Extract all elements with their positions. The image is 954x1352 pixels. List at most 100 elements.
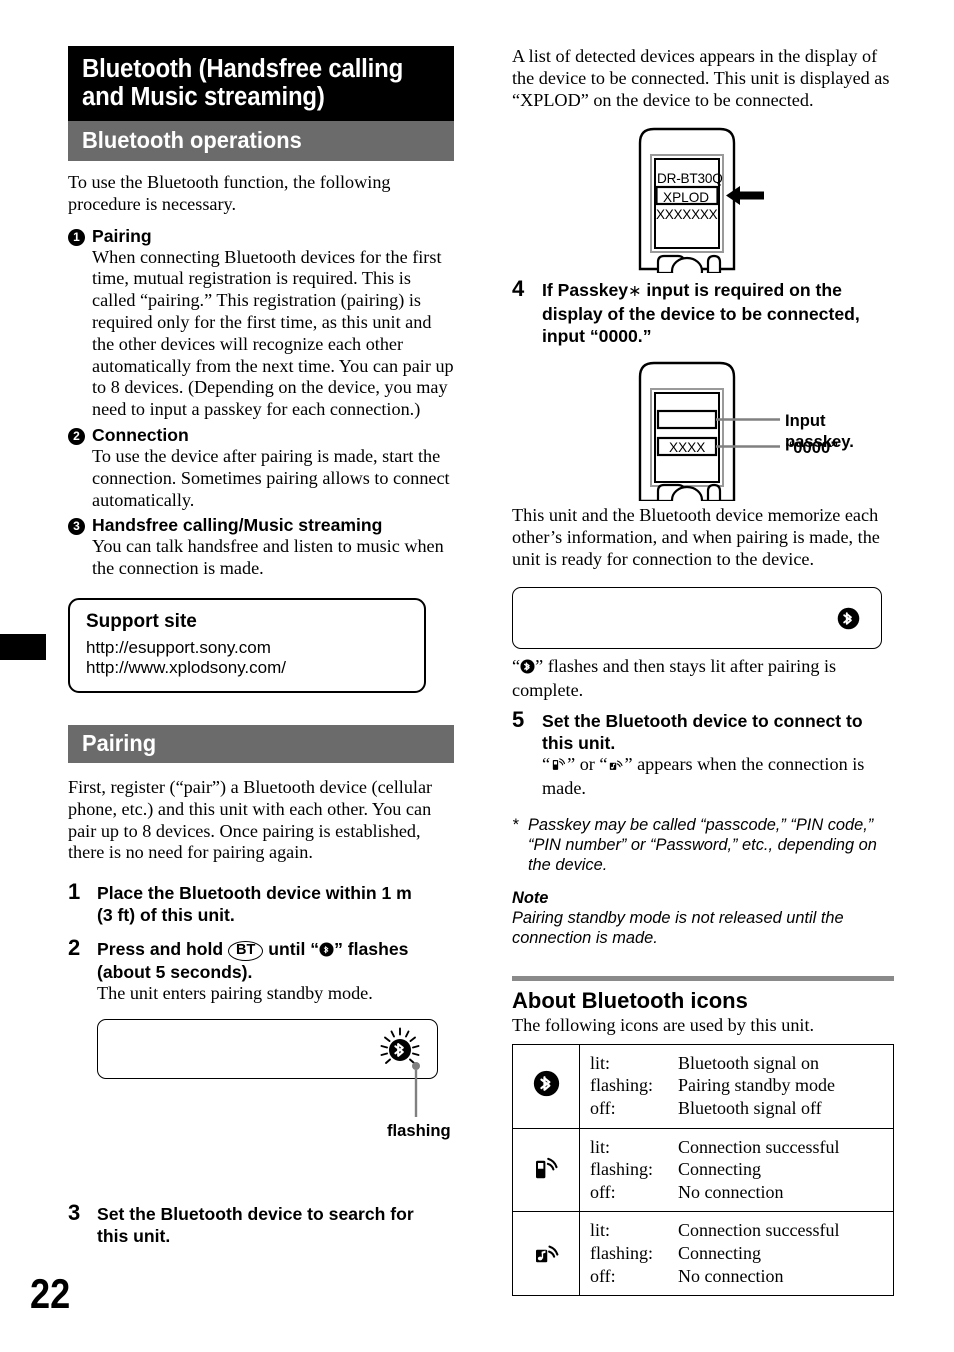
- state-label: flashing:: [590, 1242, 653, 1263]
- note-text: Pairing standby mode is not released unt…: [512, 908, 844, 947]
- state-description: Connecting: [678, 1159, 761, 1180]
- overview-item-title: Connection: [92, 424, 189, 445]
- icons-section-heading: About Bluetooth icons: [512, 987, 748, 1013]
- step-number: 1: [68, 879, 81, 905]
- step-number: 2: [68, 935, 81, 961]
- flash-caption-post: ” flashes and then stays lit after pairi…: [512, 655, 837, 700]
- step-title-line3: input “0000.”: [542, 326, 652, 347]
- step4-pre: If Passkey: [542, 280, 629, 301]
- overview-item: 2 Connection To use the device after pai…: [68, 424, 454, 511]
- overview-item-body: When connecting Bluetooth devices for th…: [92, 246, 454, 420]
- pairing-step-1: 1 Place the Bluetooth device within 1 m …: [68, 879, 454, 926]
- state-description: Connection successful: [678, 1220, 840, 1241]
- bt-button-key[interactable]: BT: [228, 941, 264, 962]
- detected-devices-paragraph: A list of detected devices appears in th…: [512, 46, 890, 110]
- intro-paragraph: To use the Bluetooth function, the follo…: [68, 172, 391, 214]
- step4-post: input is required on the: [641, 280, 842, 301]
- support-url-xplod[interactable]: http://www.xplodsony.com/: [86, 658, 408, 679]
- bluetooth-states-cell: lit: Bluetooth signal on flashing: Pairing…: [579, 1043, 894, 1129]
- overview-item: 1 Pairing When connecting Bluetooth devi…: [68, 225, 454, 421]
- state-description: Connection successful: [678, 1136, 840, 1157]
- device-list-item-3: XXXXXXX: [656, 207, 718, 223]
- music-icon-cell: [512, 1211, 580, 1297]
- step2-text-post: ” flashes: [334, 939, 409, 960]
- icons-section-intro: The following icons are used by this uni…: [512, 1014, 815, 1035]
- state-label: flashing:: [590, 1159, 653, 1180]
- state-label: lit:: [590, 1136, 611, 1157]
- footnote-marker-asterisk: ∗: [628, 283, 642, 301]
- flash-caption-pre: “: [512, 655, 521, 676]
- flashing-callout-label: flashing: [387, 1120, 451, 1140]
- support-url-esupport[interactable]: http://esupport.sony.com: [86, 638, 408, 659]
- manual-page: Bluetooth (Handsfree calling and Music s…: [0, 0, 954, 1352]
- bluetooth-icon-cell: [512, 1043, 580, 1129]
- phone-states-cell: lit: Connection successful flashing: Conne…: [579, 1127, 894, 1213]
- device-list-item-1: DR-BT30Q: [657, 171, 723, 187]
- step2-subtext: The unit enters pairing standby mode.: [97, 983, 373, 1004]
- phone-signal-icon: [531, 1152, 561, 1187]
- bluetooth-icons-table: lit: Bluetooth signal on flashing: Pairing…: [512, 1043, 894, 1297]
- section-title: Bluetooth operations: [82, 127, 302, 153]
- pairing-intro: First, register (“pair”) a Bluetooth dev…: [68, 776, 433, 863]
- pairing-section-title: Pairing: [82, 729, 157, 756]
- overview-item: 3 Handsfree calling/Music streaming You …: [68, 514, 454, 580]
- step-title-line2: this unit.: [97, 1225, 171, 1246]
- unit-display-panel: [97, 1018, 438, 1079]
- pairing-step-2: 2 Press and hold BT until “ ” flashes (a…: [68, 935, 454, 1005]
- phone-signal-icon: [550, 755, 567, 778]
- pairing-section-bar: Pairing: [68, 724, 454, 763]
- step5-sub-mid: ” or “: [567, 754, 608, 775]
- flashing-leader-line: [412, 1061, 420, 1117]
- step-title-line2: this unit.: [542, 733, 616, 754]
- step-number: 3: [68, 1199, 81, 1225]
- overview-item-body: You can talk handsfree and listen to mus…: [92, 536, 444, 579]
- step2-text-mid: until “: [268, 939, 320, 960]
- passkey-field-value: XXXX: [669, 440, 706, 456]
- list-number-badge: 1: [68, 228, 85, 246]
- step-title-line1: Press and hold BT until “ ” flashes: [97, 938, 454, 962]
- device-list-item-2-selected[interactable]: XPLOD: [663, 190, 709, 205]
- music-states-cell: lit: Connection successful flashing: Conne…: [579, 1211, 894, 1297]
- section-divider-rule: [512, 975, 894, 981]
- bluetooth-icon: [837, 607, 860, 635]
- state-label: off:: [590, 1265, 616, 1286]
- phone-device-list-illustration: DR-BT30Q XPLOD XXXXXXX: [512, 125, 894, 286]
- state-description: Pairing standby mode: [678, 1075, 835, 1096]
- note-label: Note: [512, 888, 549, 907]
- step-title-line2: display of the device to be connected,: [542, 304, 860, 325]
- step-number: 4: [512, 276, 525, 302]
- state-label: off:: [590, 1097, 616, 1118]
- bluetooth-icon: [520, 658, 535, 680]
- overview-item-title: Handsfree calling/Music streaming: [92, 515, 383, 536]
- step-title-line1: Set the Bluetooth device to connect to: [542, 711, 863, 732]
- thumb-index-tab: [0, 634, 46, 660]
- footnote-text: Passkey may be called “passcode,” “PIN c…: [528, 815, 877, 874]
- footnote-marker: *: [512, 815, 519, 834]
- state-label: flashing:: [590, 1075, 653, 1096]
- pairing-step-3: 3 Set the Bluetooth device to search for…: [68, 1199, 454, 1247]
- step5-subtext: “ ” or “ ” appears when the connection i…: [542, 754, 894, 800]
- step5-sub-pre: “: [542, 754, 551, 775]
- state-label: off:: [590, 1181, 616, 1202]
- phone-passkey-illustration: XXXX Input passkey. “0000”: [512, 359, 894, 515]
- state-description: Bluetooth signal off: [678, 1097, 822, 1118]
- music-signal-icon: [607, 755, 624, 778]
- state-label: lit:: [590, 1052, 611, 1073]
- step-title-line2: (3 ft) of this unit.: [97, 905, 235, 926]
- table-row: lit: Connection successful flashing: Conne…: [512, 1127, 894, 1213]
- passkey-value-label: “0000”: [785, 438, 839, 458]
- flash-caption: “ ” flashes and then stays lit after pai…: [512, 656, 894, 702]
- chapter-title-line2: and Music streaming): [82, 83, 325, 111]
- overview-item-body: To use the device after pairing is made,…: [92, 445, 450, 510]
- bluetooth-icon: [319, 940, 334, 957]
- chapter-title-bar: Bluetooth (Handsfree calling and Music s…: [68, 46, 454, 121]
- right-column: A list of detected devices appears in th…: [512, 46, 894, 1297]
- state-description: Bluetooth signal on: [678, 1052, 819, 1073]
- memorize-paragraph: This unit and the Bluetooth device memor…: [512, 505, 880, 569]
- step-title-line1: If Passkey∗ input is required on the: [542, 279, 894, 303]
- support-site-box: Support site http://esupport.sony.com ht…: [68, 597, 426, 693]
- note-block: Note Pairing standby mode is not release…: [512, 888, 894, 948]
- state-label: lit:: [590, 1220, 611, 1241]
- step2-text-pre: Press and hold: [97, 939, 224, 960]
- state-description: No connection: [678, 1181, 784, 1202]
